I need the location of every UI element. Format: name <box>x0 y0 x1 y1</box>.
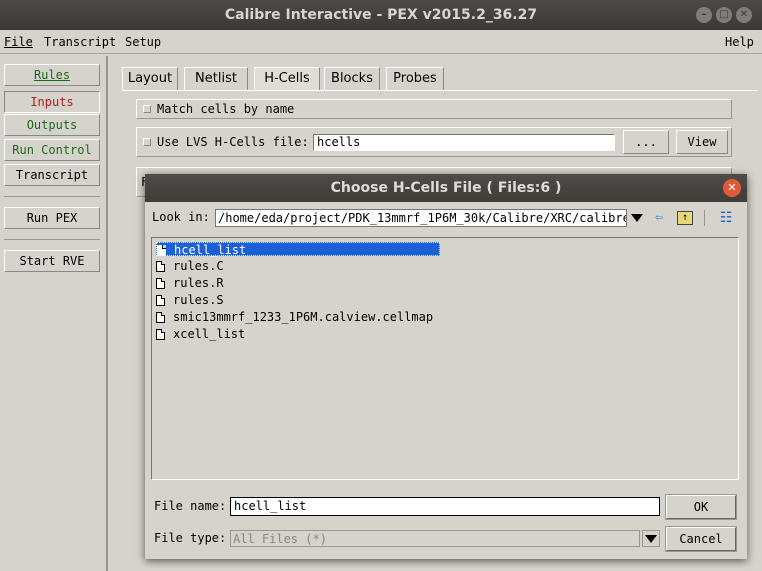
file-list-item[interactable]: smic13mmrf_1233_1P6M.calview.cellmap <box>156 310 433 324</box>
dialog-title: Choose H-Cells File ( Files:6 ) <box>330 180 562 196</box>
sidebar-inputs-button[interactable]: Inputs <box>4 91 100 113</box>
file-icon <box>156 312 165 323</box>
tab-blocks[interactable]: Blocks <box>324 67 380 91</box>
sidebar-transcript-button[interactable]: Transcript <box>4 164 100 186</box>
lvs-hcells-file-input[interactable]: hcells <box>313 134 615 151</box>
browse-button[interactable]: ... <box>623 130 669 154</box>
dialog-close-icon[interactable]: ✕ <box>723 179 741 197</box>
folder-up-icon[interactable]: ↑ <box>677 211 693 225</box>
file-icon <box>157 245 166 256</box>
minimize-icon[interactable]: – <box>696 7 712 23</box>
match-cells-row: Match cells by name <box>136 99 732 119</box>
menu-setup[interactable]: Setup <box>125 35 161 49</box>
use-lvs-checkbox[interactable] <box>143 138 151 146</box>
file-icon <box>156 295 165 306</box>
file-icon <box>156 261 165 272</box>
choose-file-dialog: Choose H-Cells File ( Files:6 ) ✕ Look i… <box>145 174 747 559</box>
menu-help[interactable]: Help <box>725 35 754 49</box>
tab-probes[interactable]: Probes <box>386 67 444 91</box>
dialog-titlebar: Choose H-Cells File ( Files:6 ) ✕ <box>145 174 747 202</box>
sidebar-run-control-button[interactable]: Run Control <box>4 139 100 161</box>
look-in-combo[interactable]: /home/eda/project/PDK_13mmrf_1P6M_30k/Ca… <box>215 209 627 227</box>
start-rve-button[interactable]: Start RVE <box>4 250 100 272</box>
file-type-combo[interactable]: All Files (*) <box>230 530 640 547</box>
window-titlebar: Calibre Interactive - PEX v2015.2_36.27 … <box>0 0 762 30</box>
file-icon <box>156 329 165 340</box>
view-button[interactable]: View <box>676 130 728 154</box>
ok-button[interactable]: OK <box>666 495 736 519</box>
look-in-dropdown-icon[interactable] <box>629 210 645 226</box>
use-lvs-label: Use LVS H-Cells file: <box>157 135 309 149</box>
sidebar-separator <box>4 239 100 240</box>
file-list-item[interactable]: rules.C <box>156 259 224 273</box>
sidebar-outputs-button[interactable]: Outputs <box>4 114 100 136</box>
file-list-item[interactable]: rules.S <box>156 293 224 307</box>
file-list-item[interactable]: rules.R <box>156 276 224 290</box>
match-cells-label: Match cells by name <box>157 102 295 116</box>
detail-view-icon[interactable]: ☷ <box>717 209 735 227</box>
cancel-button[interactable]: Cancel <box>666 527 736 551</box>
window-controls: – □ ✕ <box>696 7 752 23</box>
file-type-label: File type: <box>154 531 227 545</box>
run-pex-button[interactable]: Run PEX <box>4 207 100 229</box>
match-cells-checkbox[interactable] <box>143 105 151 113</box>
tab-layout[interactable]: Layout <box>122 67 178 91</box>
back-arrow-icon[interactable]: ⇦ <box>650 209 668 227</box>
maximize-icon[interactable]: □ <box>716 7 732 23</box>
file-type-dropdown-icon[interactable] <box>642 530 660 547</box>
left-panel: Rules Inputs Outputs Run Control Transcr… <box>0 56 108 571</box>
toolbar-separator <box>704 210 705 226</box>
use-lvs-row: Use LVS H-Cells file: hcells ... View <box>136 127 732 157</box>
look-in-label: Look in: <box>152 210 210 224</box>
file-name-input[interactable]: hcell_list <box>230 497 660 516</box>
window-title: Calibre Interactive - PEX v2015.2_36.27 <box>224 7 538 23</box>
sidebar-rules-button[interactable]: Rules <box>4 64 100 86</box>
file-list-item[interactable]: hcell_list <box>156 242 440 257</box>
tab-netlist[interactable]: Netlist <box>184 67 248 91</box>
menubar: File Transcript Setup Help <box>0 30 762 54</box>
menu-transcript[interactable]: Transcript <box>44 35 116 49</box>
close-icon[interactable]: ✕ <box>736 7 752 23</box>
file-name-label: File name: <box>154 499 227 513</box>
tab-h-cells[interactable]: H-Cells <box>254 67 320 91</box>
menu-file[interactable]: File <box>4 35 33 49</box>
file-list-item[interactable]: xcell_list <box>156 327 245 341</box>
file-icon <box>156 278 165 289</box>
file-list[interactable]: hcell_list rules.C rules.R rules.S smic1… <box>151 237 739 480</box>
sidebar-separator <box>4 196 100 197</box>
